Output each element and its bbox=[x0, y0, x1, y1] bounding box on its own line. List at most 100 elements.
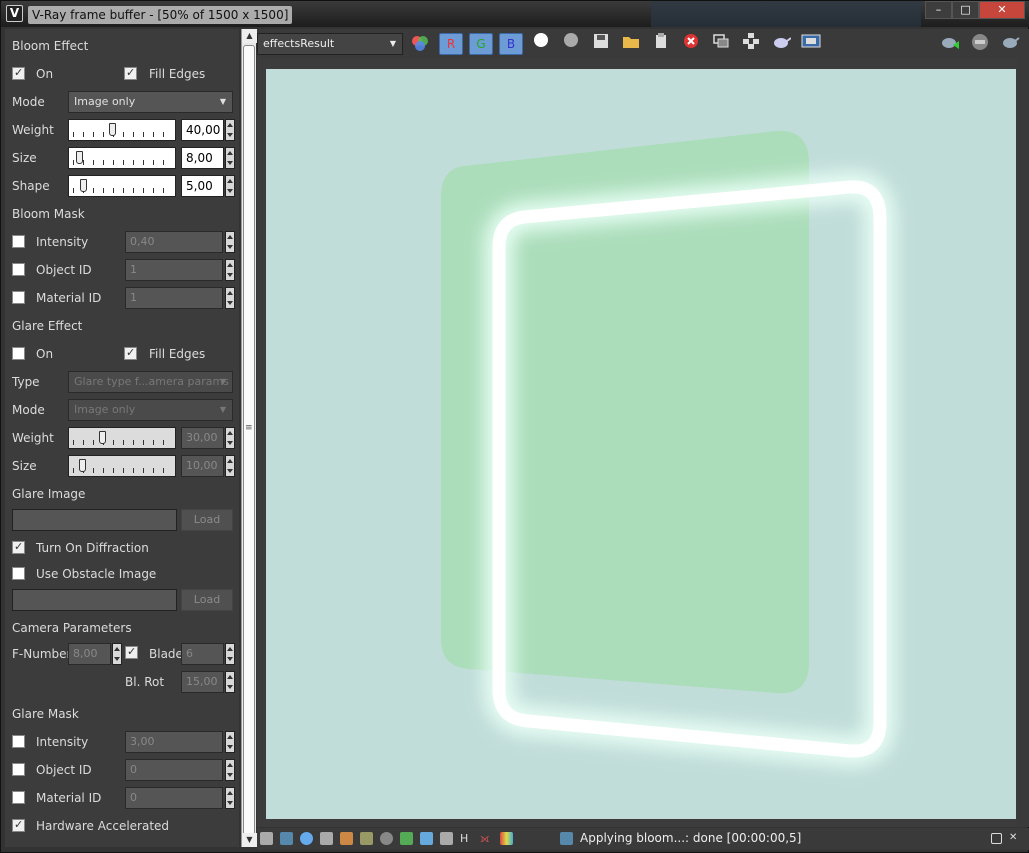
duplicate-vfb-icon[interactable] bbox=[709, 32, 733, 56]
glare-mode-dropdown[interactable]: Image only ▼ bbox=[68, 399, 233, 421]
hardware-accelerated-checkbox[interactable] bbox=[12, 818, 25, 832]
blade-spinner[interactable] bbox=[225, 643, 235, 665]
bloom-mask-intensity-checkbox[interactable] bbox=[12, 235, 25, 248]
glare-weight-slider[interactable] bbox=[68, 427, 176, 449]
glare-mask-materialid-checkbox[interactable] bbox=[12, 791, 25, 804]
history-icon[interactable] bbox=[260, 832, 273, 845]
blade-field[interactable]: 6 bbox=[181, 643, 224, 665]
film-strip-icon[interactable] bbox=[799, 32, 823, 56]
mono-gray-icon[interactable] bbox=[559, 32, 583, 56]
blrot-spinner[interactable] bbox=[225, 671, 235, 693]
bloom-mask-intensity-spinner[interactable] bbox=[225, 231, 235, 253]
bloom-size-slider[interactable] bbox=[68, 147, 176, 169]
close-button[interactable]: ✕ bbox=[979, 1, 1025, 19]
bloom-mask-objectid-field[interactable]: 1 bbox=[125, 259, 223, 281]
compare-h-icon[interactable]: H bbox=[460, 832, 473, 845]
glare-mask-objectid-field[interactable]: 0 bbox=[125, 759, 223, 781]
obstacle-image-path-field[interactable] bbox=[12, 589, 177, 611]
bloom-size-field[interactable]: 8,00 bbox=[181, 147, 224, 169]
red-channel-button[interactable]: R bbox=[439, 33, 463, 55]
bloom-size-spinner[interactable] bbox=[225, 147, 235, 169]
bloom-shape-field[interactable]: 5,00 bbox=[181, 175, 224, 197]
glare-mask-materialid-field[interactable]: 0 bbox=[125, 787, 223, 809]
glare-weight-field[interactable]: 30,00 bbox=[181, 427, 224, 449]
alpha-white-icon[interactable] bbox=[529, 32, 553, 56]
toggle-panel-icon[interactable] bbox=[991, 833, 1002, 844]
bloom-mask-objectid-checkbox[interactable] bbox=[12, 263, 25, 276]
bloom-shape-slider[interactable] bbox=[68, 175, 176, 197]
bloom-mask-materialid-field[interactable]: 1 bbox=[125, 287, 223, 309]
panel-scrollbar[interactable]: ▲ ≡ ▼ bbox=[241, 29, 257, 847]
scrollbar-thumb[interactable] bbox=[243, 45, 255, 835]
cursor-icon[interactable]: ✕ bbox=[1009, 832, 1022, 845]
slider-thumb[interactable] bbox=[76, 151, 83, 164]
glare-mask-objectid-checkbox[interactable] bbox=[12, 763, 25, 776]
save-icon[interactable] bbox=[589, 32, 613, 56]
slider-thumb[interactable] bbox=[99, 431, 106, 444]
ocio-icon[interactable] bbox=[420, 832, 433, 845]
bloom-on-checkbox[interactable] bbox=[12, 66, 25, 80]
bloom-shape-spinner[interactable] bbox=[225, 175, 235, 197]
blue-channel-button[interactable]: B bbox=[499, 33, 523, 55]
glare-size-slider[interactable] bbox=[68, 455, 176, 477]
glare-size-spinner[interactable] bbox=[225, 455, 235, 477]
open-folder-icon[interactable] bbox=[619, 32, 643, 56]
info-icon[interactable] bbox=[300, 832, 313, 845]
teapot-track-icon[interactable] bbox=[769, 32, 793, 56]
bloom-weight-slider[interactable] bbox=[68, 119, 176, 141]
bloom-mask-materialid-checkbox[interactable] bbox=[12, 291, 25, 304]
fnumber-spinner[interactable] bbox=[112, 643, 122, 665]
diffraction-checkbox[interactable] bbox=[12, 540, 25, 554]
icc-icon[interactable] bbox=[440, 832, 453, 845]
bloom-fill-edges-checkbox[interactable] bbox=[124, 66, 137, 80]
clear-image-icon[interactable] bbox=[679, 32, 703, 56]
render-canvas[interactable] bbox=[266, 69, 1016, 819]
glare-mask-objectid-spinner[interactable] bbox=[225, 759, 235, 781]
blade-checkbox[interactable] bbox=[125, 645, 138, 659]
bloom-mask-materialid-spinner[interactable] bbox=[225, 287, 235, 309]
bloom-mask-intensity-field[interactable]: 0,40 bbox=[125, 231, 223, 253]
glare-weight-spinner[interactable] bbox=[225, 427, 235, 449]
glare-fill-edges-checkbox[interactable] bbox=[124, 346, 137, 360]
scroll-down-icon[interactable]: ▼ bbox=[242, 833, 257, 847]
glare-mask-materialid-spinner[interactable] bbox=[225, 787, 235, 809]
stamp-icon[interactable] bbox=[280, 832, 293, 845]
stop-render-icon[interactable] bbox=[968, 32, 992, 56]
render-element-dropdown[interactable]: effectsResult ▼ bbox=[257, 33, 403, 55]
compare-horizontal-icon[interactable]: ⟗ bbox=[480, 832, 493, 845]
glare-mask-intensity-checkbox[interactable] bbox=[12, 735, 25, 748]
glare-mask-intensity-field[interactable]: 3,00 bbox=[125, 731, 223, 753]
render-teapot-icon[interactable] bbox=[938, 32, 962, 56]
glare-type-dropdown[interactable]: Glare type f...amera params ▼ bbox=[68, 371, 233, 393]
glare-image-load-button[interactable]: Load bbox=[181, 509, 233, 531]
obstacle-image-checkbox[interactable] bbox=[12, 567, 25, 580]
levels-icon[interactable] bbox=[320, 832, 333, 845]
region-render-icon[interactable] bbox=[739, 32, 763, 56]
bloom-mode-dropdown[interactable]: Image only ▼ bbox=[68, 91, 233, 113]
obstacle-image-load-button[interactable]: Load bbox=[181, 589, 233, 611]
glare-size-field[interactable]: 10,00 bbox=[181, 455, 224, 477]
glare-mask-intensity-spinner[interactable] bbox=[225, 731, 235, 753]
fnumber-field[interactable]: 8,00 bbox=[68, 643, 111, 665]
render-scrollbar[interactable] bbox=[1017, 59, 1029, 827]
maximize-button[interactable]: □ bbox=[952, 1, 979, 19]
glare-image-path-field[interactable] bbox=[12, 509, 177, 531]
bloom-weight-field[interactable]: 40,00 bbox=[181, 119, 224, 141]
slider-thumb[interactable] bbox=[80, 179, 87, 192]
glare-on-checkbox[interactable] bbox=[12, 347, 25, 360]
minimize-button[interactable]: – bbox=[925, 1, 952, 19]
slider-thumb[interactable] bbox=[109, 123, 116, 136]
clipboard-icon[interactable] bbox=[649, 32, 673, 56]
title-bar[interactable]: V V-Ray frame buffer - [50% of 1500 x 15… bbox=[1, 1, 1029, 27]
lens-effects-icon[interactable] bbox=[560, 832, 573, 845]
render-view[interactable] bbox=[257, 59, 1029, 827]
lut-icon[interactable] bbox=[400, 832, 413, 845]
bloom-weight-spinner[interactable] bbox=[225, 119, 235, 141]
green-channel-button[interactable]: G bbox=[469, 33, 493, 55]
scroll-up-icon[interactable]: ▲ bbox=[242, 29, 257, 43]
white-balance-icon[interactable] bbox=[380, 832, 393, 845]
blrot-field[interactable]: 15,00 bbox=[181, 671, 224, 693]
bloom-mask-objectid-spinner[interactable] bbox=[225, 259, 235, 281]
slider-thumb[interactable] bbox=[79, 459, 86, 472]
curve-icon[interactable] bbox=[340, 832, 353, 845]
